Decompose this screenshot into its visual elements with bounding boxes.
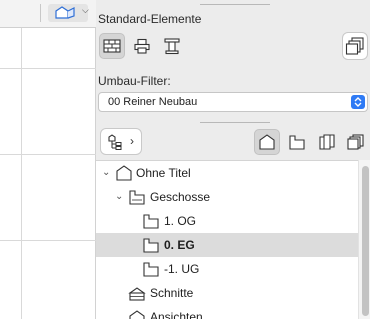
disclosure-expanded-icon[interactable]: ⌄ <box>115 191 123 202</box>
tree-item-label: 1. OG <box>164 214 197 228</box>
tree-item-story[interactable]: 1. OG <box>96 209 358 233</box>
tree-item-label: Geschosse <box>150 190 211 204</box>
renovation-filter-value: 00 Reiner Neubau <box>108 96 198 108</box>
toolbox-title: Standard-Elemente <box>98 12 202 26</box>
grid-line <box>0 240 96 241</box>
view-map-tab[interactable] <box>284 129 310 155</box>
tree-item-stories[interactable]: ⌄ Geschosse <box>96 185 358 209</box>
tree-item-sections[interactable]: Schnitte <box>96 281 358 305</box>
stories-folder-icon <box>129 190 145 205</box>
layer-settings-button[interactable] <box>342 32 368 60</box>
toolbar-divider <box>40 4 41 22</box>
tree-item-elevations[interactable]: Ansichten <box>96 305 358 319</box>
tree-item-label: Ansichten <box>150 310 203 319</box>
project-tree[interactable]: ⌄ Ohne Titel ⌄ Geschosse 1. OG 0. EG -1.… <box>96 160 358 319</box>
select-stepper-icon[interactable] <box>351 95 365 109</box>
stacked-layers-icon <box>345 37 364 55</box>
chevron-down-icon[interactable]: ⌵ <box>82 5 89 16</box>
scrollbar-thumb[interactable] <box>362 166 369 316</box>
disclosure-expanded-icon[interactable]: ⌄ <box>102 167 110 178</box>
toolbox-navigator-panel: Standard-Elemente Umbau-Filter: 00 Reine… <box>96 0 370 319</box>
tree-item-label: Schnitte <box>150 286 194 300</box>
printer-icon <box>134 38 150 54</box>
project-map-tab[interactable] <box>254 129 280 155</box>
sections-icon <box>128 287 146 301</box>
tree-item-label: Ohne Titel <box>136 166 191 180</box>
navigator-menu-button[interactable]: › <box>100 128 142 155</box>
panel-drag-handle[interactable] <box>200 122 270 123</box>
tree-item-label: 0. EG <box>164 238 195 252</box>
tree-item-story-selected[interactable]: 0. EG <box>96 233 358 257</box>
renovation-filter-label: Umbau-Filter: <box>98 74 171 88</box>
view-map-icon <box>289 135 305 150</box>
grid-line <box>0 154 96 155</box>
drawing-canvas[interactable]: ⌵ <box>0 0 96 319</box>
tree-item-project[interactable]: ⌄ Ohne Titel <box>96 161 358 185</box>
chevron-right-icon: › <box>130 134 134 148</box>
project-house-icon <box>116 165 132 181</box>
column-icon <box>164 38 180 55</box>
print-tool-button[interactable] <box>129 33 155 59</box>
story-icon <box>143 238 159 253</box>
publisher-sets-icon <box>347 134 364 150</box>
renovation-filter-select[interactable]: 00 Reiner Neubau <box>98 92 368 112</box>
tree-scrollbar[interactable] <box>358 160 370 319</box>
tree-item-label: -1. UG <box>164 262 200 276</box>
project-map-icon <box>259 134 275 150</box>
3d-view-icon <box>55 6 75 19</box>
layout-book-tab[interactable] <box>314 129 340 155</box>
grid-line <box>0 68 96 69</box>
story-icon <box>143 214 159 229</box>
story-icon <box>143 262 159 277</box>
navigator-tree-icon <box>108 134 122 150</box>
grid-line <box>21 28 22 319</box>
elevations-icon <box>129 310 145 319</box>
canvas-toolbar: ⌵ <box>0 0 96 28</box>
panel-drag-handle[interactable] <box>200 4 270 5</box>
tree-item-story[interactable]: -1. UG <box>96 257 358 281</box>
wall-tool-button[interactable] <box>99 33 125 59</box>
layout-book-icon <box>319 134 335 150</box>
column-tool-button[interactable] <box>159 33 185 59</box>
wall-icon <box>103 39 121 53</box>
publisher-sets-tab[interactable] <box>343 129 369 155</box>
